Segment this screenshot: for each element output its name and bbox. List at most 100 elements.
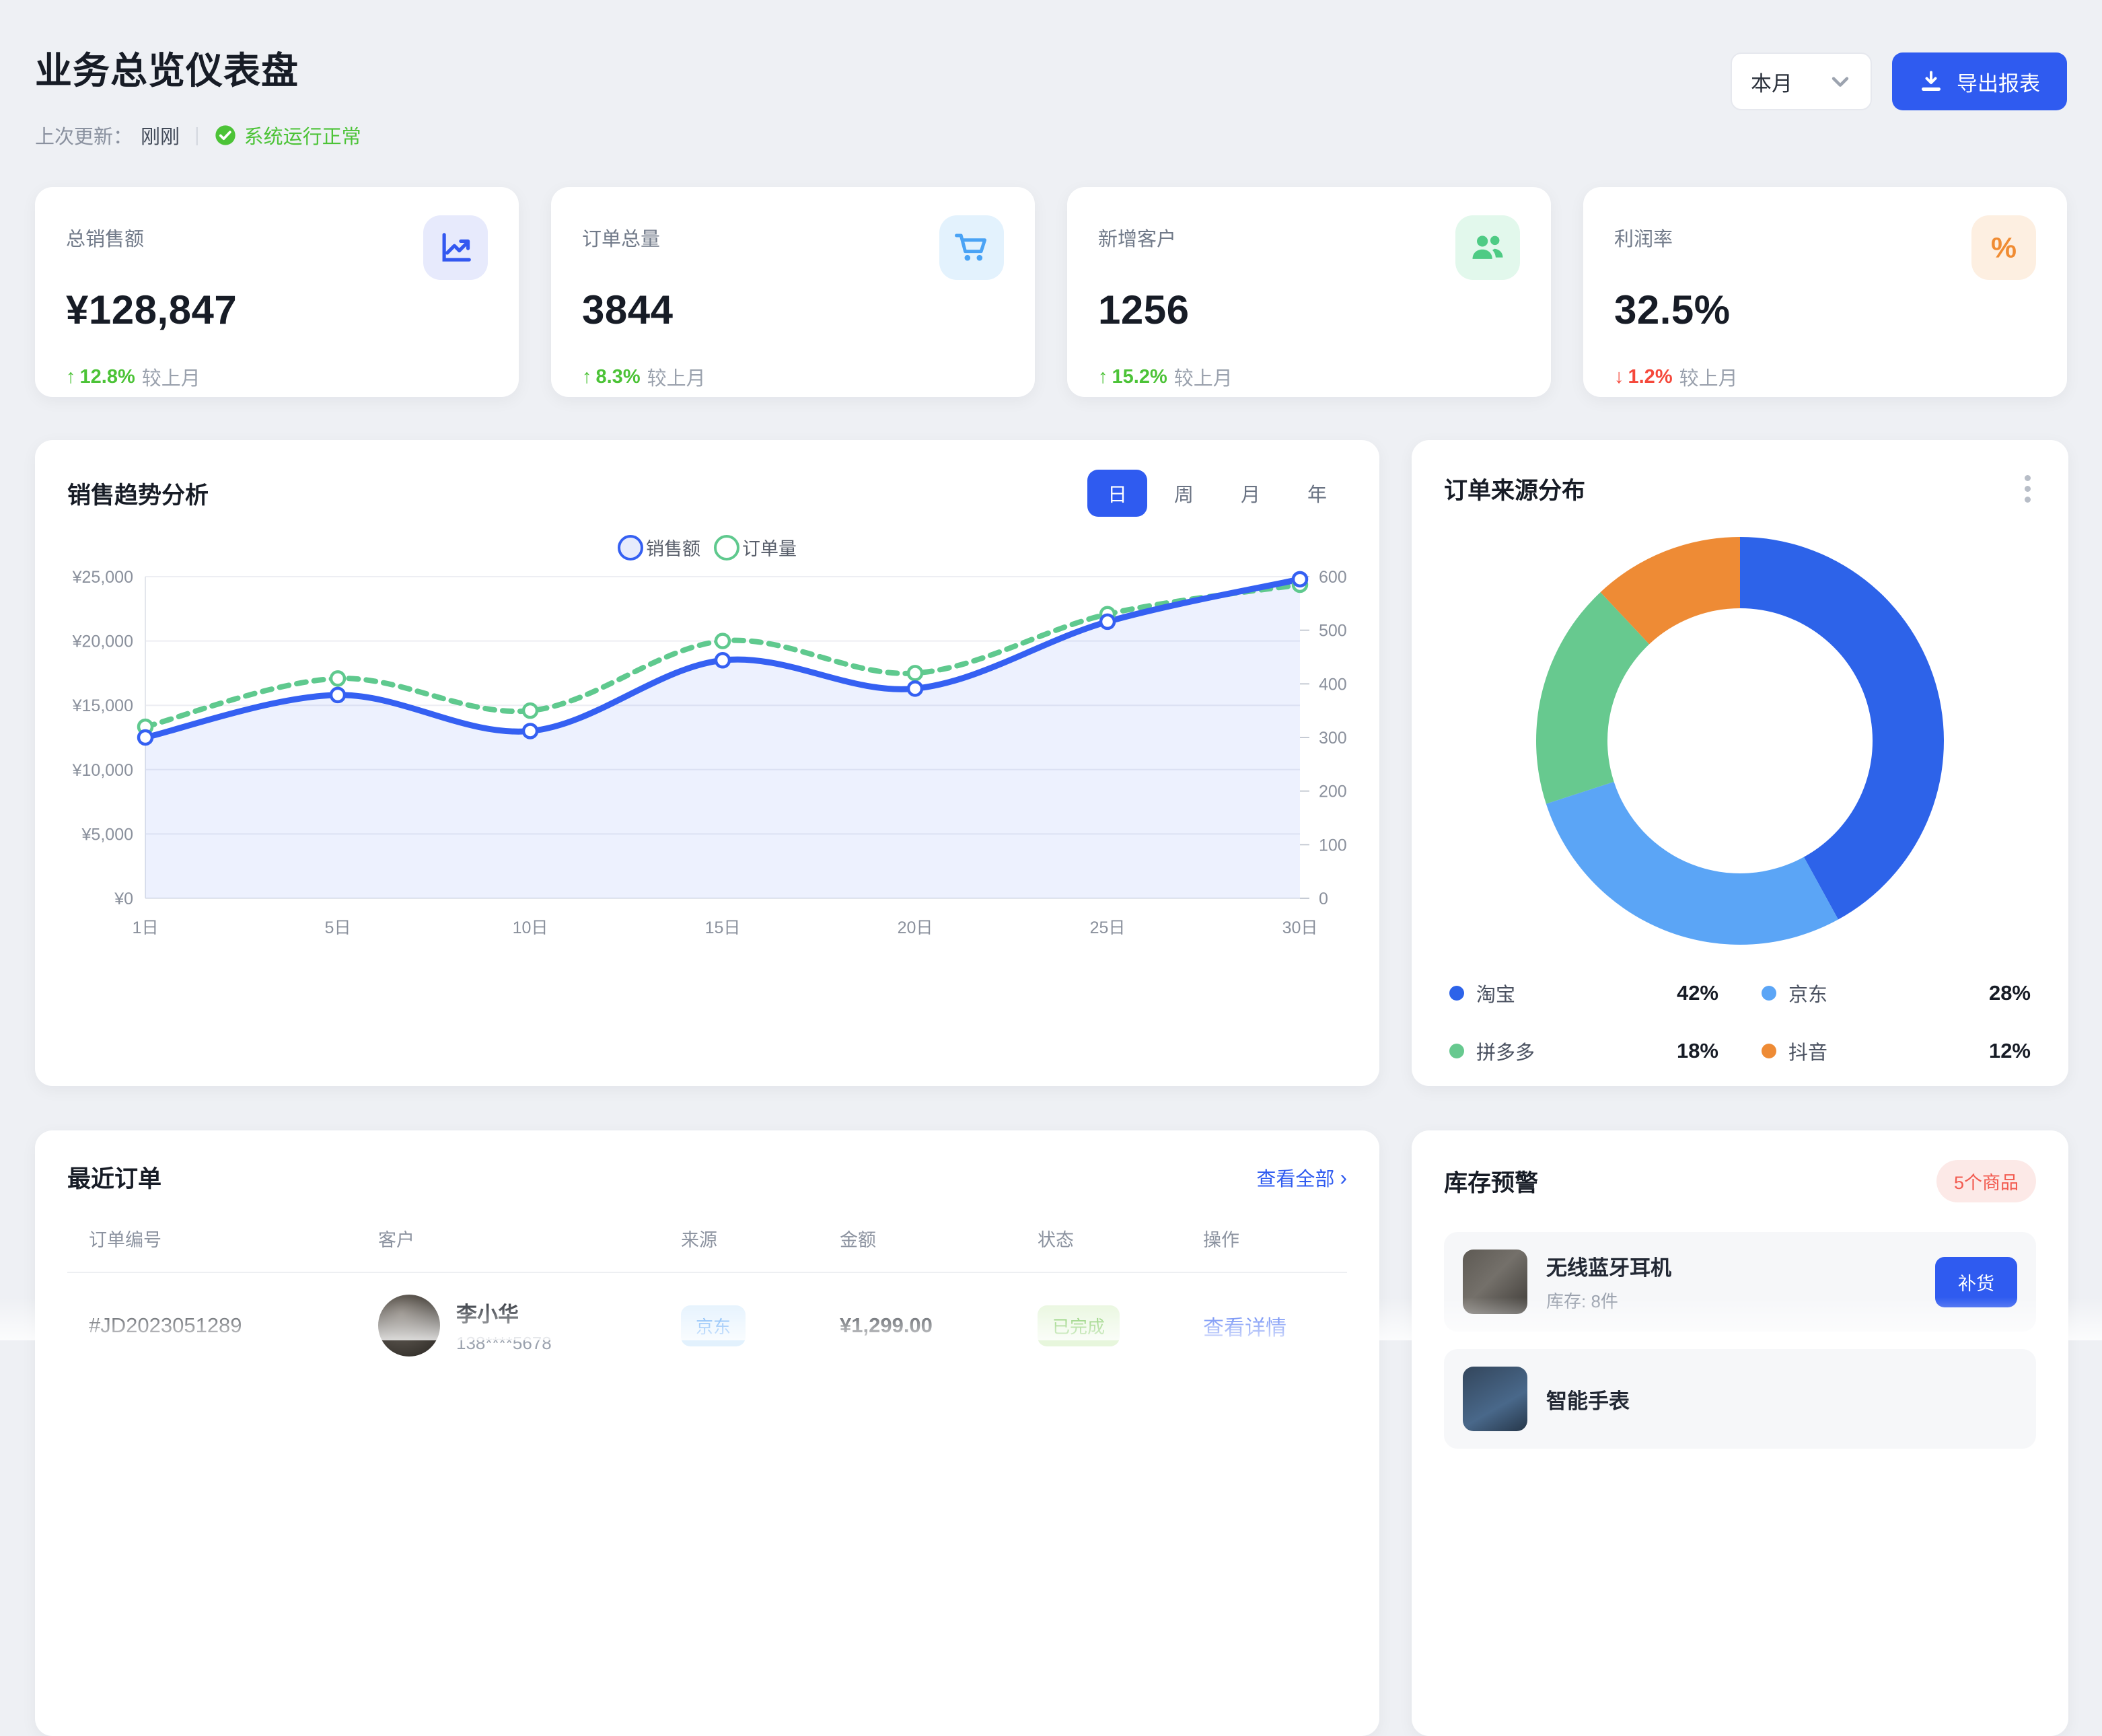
- legend-dot-icon: [1449, 1044, 1464, 1058]
- inventory-count-badge: 5个商品: [1936, 1160, 2036, 1202]
- donut-legend-label: 淘宝: [1476, 979, 1515, 1007]
- orders-column-header: 金额: [840, 1225, 1038, 1272]
- kpi-label: 订单总量: [582, 223, 660, 252]
- kpi-label: 利润率: [1614, 223, 1673, 252]
- kpi-label: 新增客户: [1098, 223, 1176, 252]
- svg-text:25日: 25日: [1090, 918, 1126, 937]
- view-all-link[interactable]: 查看全部 ›: [1256, 1163, 1347, 1192]
- period-select[interactable]: 本月: [1731, 52, 1872, 110]
- svg-text:30日: 30日: [1282, 918, 1318, 937]
- donut-legend-label: 抖音: [1788, 1037, 1827, 1065]
- users-icon: [1455, 215, 1520, 280]
- svg-text:0: 0: [1319, 890, 1328, 908]
- legend-marker-icon: [714, 535, 739, 560]
- kpi-label: 总销售额: [66, 223, 144, 252]
- order-customer: 李小华138****5678: [378, 1295, 681, 1357]
- recent-orders-title: 最近订单: [67, 1160, 161, 1194]
- trend-up-icon: ↑: [1098, 366, 1108, 388]
- svg-text:¥20,000: ¥20,000: [72, 632, 133, 651]
- trend-tab-日[interactable]: 日: [1087, 470, 1147, 517]
- product-image: [1463, 1367, 1527, 1431]
- recent-orders-card-head: 最近订单 查看全部 ›: [67, 1160, 1347, 1194]
- download-icon: [1919, 69, 1943, 94]
- export-report-button[interactable]: 导出报表: [1892, 52, 2067, 110]
- view-all-label: 查看全部: [1256, 1163, 1334, 1192]
- kpi-delta: ↓1.2%较上月: [1614, 363, 2036, 391]
- svg-text:600: 600: [1319, 568, 1347, 587]
- product-name: 无线蓝牙耳机: [1546, 1251, 1671, 1281]
- order-amount: ¥1,299.00: [840, 1313, 1038, 1338]
- svg-text:5日: 5日: [325, 918, 351, 937]
- donut-legend-item: 淘宝 42%: [1449, 979, 1718, 1007]
- donut-legend-label: 京东: [1788, 979, 1827, 1007]
- svg-text:300: 300: [1319, 729, 1347, 748]
- legend-label: 订单量: [742, 534, 797, 560]
- avatar: [378, 1295, 440, 1357]
- order-source-title: 订单来源分布: [1444, 472, 1585, 506]
- kpi-card: 新增客户1256↑15.2%较上月: [1067, 187, 1551, 397]
- export-report-label: 导出报表: [1957, 67, 2040, 97]
- svg-text:%: %: [1991, 232, 2017, 264]
- orders-table-header: 订单编号客户来源金额状态操作: [67, 1225, 1347, 1273]
- system-status-text: 系统运行正常: [244, 121, 361, 149]
- kpi-value: ¥128,847: [66, 287, 488, 333]
- kpi-value: 3844: [582, 287, 1004, 333]
- kpi-card: 利润率%32.5%↓1.2%较上月: [1583, 187, 2067, 397]
- customer-phone: 138****5678: [456, 1333, 552, 1354]
- product-stock: 库存: 8件: [1546, 1288, 1671, 1313]
- inventory-list: 无线蓝牙耳机库存: 8件 补货智能手表: [1444, 1232, 2036, 1449]
- view-detail-link[interactable]: 查看详情: [1203, 1311, 1347, 1341]
- svg-text:¥25,000: ¥25,000: [72, 568, 133, 587]
- legend-item: 销售额: [618, 534, 700, 560]
- orders-column-header: 操作: [1203, 1225, 1347, 1272]
- kpi-card: 订单总量3844↑8.3%较上月: [551, 187, 1035, 397]
- svg-text:400: 400: [1319, 675, 1347, 694]
- customer-info: 李小华138****5678: [456, 1297, 552, 1354]
- orders-table-body: #JD2023051289李小华138****5678京东¥1,299.00已完…: [67, 1273, 1347, 1357]
- kpi-delta-percent: 8.3%: [596, 366, 641, 388]
- product-image: [1463, 1250, 1527, 1314]
- kpi-delta-percent: 12.8%: [80, 366, 135, 388]
- order-source-cell: 京东: [681, 1305, 840, 1346]
- percent-icon: %: [1971, 215, 2036, 280]
- svg-text:¥10,000: ¥10,000: [72, 761, 133, 780]
- donut-legend-item: 京东28%: [1762, 979, 2031, 1007]
- kebab-menu-icon[interactable]: [2019, 470, 2036, 508]
- svg-text:1日: 1日: [133, 918, 159, 937]
- legend-dot-icon: [1449, 986, 1464, 1001]
- restock-button[interactable]: 补货: [1935, 1257, 2017, 1307]
- trend-tab-月[interactable]: 月: [1221, 470, 1280, 517]
- kpi-delta: ↑12.8%较上月: [66, 363, 488, 391]
- svg-text:¥0: ¥0: [114, 890, 133, 908]
- period-select-value: 本月: [1751, 67, 1792, 97]
- charts-row: 销售趋势分析 日周月年 销售额订单量 ¥0¥5,000¥10,000¥15,00…: [35, 440, 2067, 1086]
- page-subtitle: 上次更新： 刚刚 | 系统运行正常: [35, 121, 361, 149]
- order-source-card: 订单来源分布 淘宝42%京东28%拼多多18%抖音12%: [1412, 440, 2068, 1086]
- table-row: #JD2023051289李小华138****5678京东¥1,299.00已完…: [67, 1273, 1347, 1357]
- orders-column-header: 订单编号: [89, 1225, 378, 1272]
- svg-text:10日: 10日: [513, 918, 548, 937]
- kpi-delta-compare: 较上月: [142, 363, 201, 391]
- kpi-delta-percent: 15.2%: [1112, 366, 1167, 388]
- trend-tab-周[interactable]: 周: [1154, 470, 1214, 517]
- orders-column-header: 来源: [681, 1225, 840, 1272]
- page-title: 业务总览仪表盘: [35, 40, 361, 94]
- orders-column-header: 客户: [378, 1225, 681, 1272]
- kpi-row: 总销售额¥128,847↑12.8%较上月订单总量3844↑8.3%较上月新增客…: [35, 187, 2067, 397]
- inventory-card-head: 库存预警 5个商品: [1444, 1160, 2036, 1202]
- sales-trend-card: 销售趋势分析 日周月年 销售额订单量 ¥0¥5,000¥10,000¥15,00…: [35, 440, 1379, 1086]
- kpi-card-top: 新增客户: [1098, 215, 1520, 280]
- kpi-delta-compare: 较上月: [1174, 363, 1233, 391]
- inventory-item: 智能手表: [1444, 1349, 2036, 1449]
- check-circle-icon: [215, 124, 236, 146]
- svg-text:15日: 15日: [705, 918, 741, 937]
- trend-tab-年[interactable]: 年: [1287, 470, 1347, 517]
- donut-legend-percent: 42%: [1677, 981, 1718, 1005]
- donut-legend-label: 拼多多: [1476, 1037, 1535, 1065]
- donut-legend-item: 拼多多18%: [1449, 1037, 1718, 1065]
- kpi-delta-compare: 较上月: [647, 363, 706, 391]
- kpi-delta-percent: 1.2%: [1628, 366, 1673, 388]
- kpi-card-top: 利润率%: [1614, 215, 2036, 280]
- last-update-label: 上次更新：: [35, 121, 133, 149]
- product-info: 智能手表: [1546, 1384, 1630, 1414]
